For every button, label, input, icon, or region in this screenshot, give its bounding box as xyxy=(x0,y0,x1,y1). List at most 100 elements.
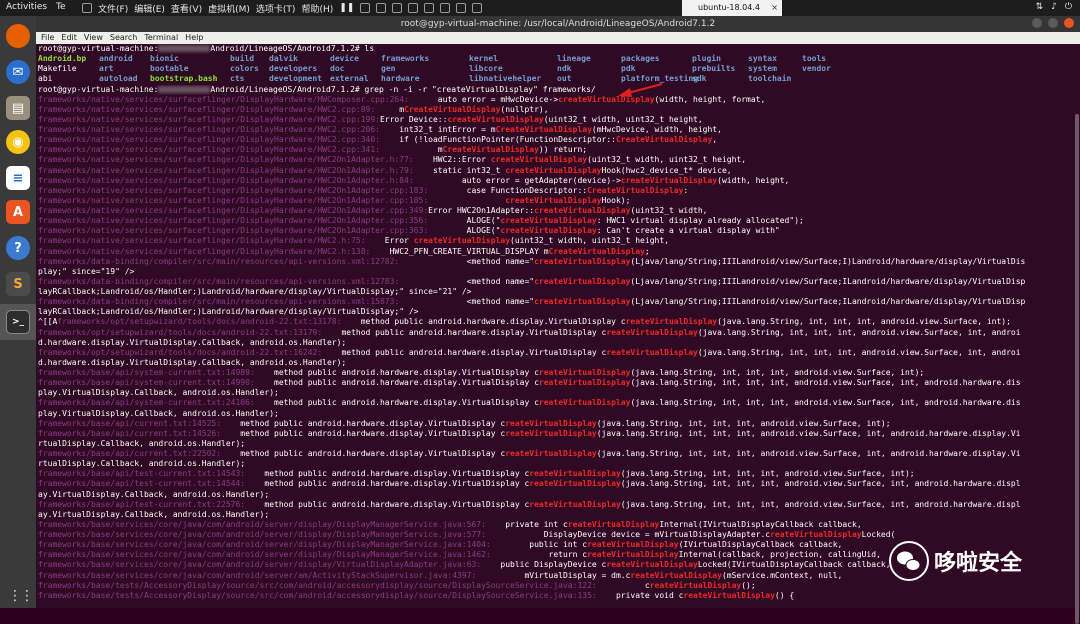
ls-output: Android.bp android bionic build dalvik device… xyxy=(38,54,1070,84)
match-text: (width, height, format, xyxy=(654,94,766,104)
grep-result-line: frameworks/base/api/current.txt:14525: m… xyxy=(38,419,1070,429)
manage-icon[interactable] xyxy=(408,3,419,13)
sublime-icon[interactable]: S xyxy=(6,272,30,296)
match-file-path: frameworks/opt/setupwizard/tools/docs/an… xyxy=(38,347,323,357)
match-text: mVirtualDisplay = dm.c xyxy=(476,570,631,580)
maximize-button[interactable] xyxy=(1048,18,1058,28)
help-icon[interactable]: ? xyxy=(6,236,30,260)
grep-result-line: frameworks/base/api/test-current.txt:145… xyxy=(38,479,1070,489)
match-highlight: createVirtualDisplay xyxy=(505,165,602,175)
volume-icon[interactable]: ♪ xyxy=(1051,2,1057,12)
grep-result-line: frameworks/data-binding/compiler/src/mai… xyxy=(38,297,1070,307)
home-icon[interactable] xyxy=(82,3,92,13)
send-keys-icon[interactable] xyxy=(360,3,371,13)
thunderbird-icon[interactable]: ✉ xyxy=(6,60,30,84)
match-file-path: frameworks/native/services/surfaceflinge… xyxy=(38,236,366,246)
grep-result-line: frameworks/native/services/surfaceflinge… xyxy=(38,176,1070,186)
match-file-path: frameworks/base/services/core/java/com/a… xyxy=(38,570,477,580)
match-text: <method name=" xyxy=(399,276,535,286)
grep-result-line: frameworks/native/services/surfaceflinge… xyxy=(38,125,1070,135)
app-title-truncated[interactable]: Te xyxy=(56,2,66,12)
grep-result-line: d.hardware.display.VirtualDisplay.Callba… xyxy=(38,358,1070,368)
minimize-button[interactable] xyxy=(1032,18,1042,28)
writer-icon[interactable]: ≡ xyxy=(6,166,30,190)
match-text: (Ljava/lang/String;IIILandroid/view/Surf… xyxy=(630,297,1026,307)
match-text: ^[[A xyxy=(38,317,58,327)
match-text: <method name=" xyxy=(399,297,535,307)
match-text: (Ljava/lang/String;IIILandroid/view/Surf… xyxy=(630,276,1026,286)
menu-terminal[interactable]: Terminal xyxy=(144,32,178,44)
ls-entry: system xyxy=(748,64,777,74)
menu-edit[interactable]: Edit xyxy=(61,32,77,44)
match-file-path: frameworks/native/services/surfaceflinge… xyxy=(38,216,429,226)
launcher-dock: ✉ ▤ ◉ ≡ A ? S >_ ⋮⋮⋮ xyxy=(0,16,46,608)
grep-result-line: frameworks/native/services/surfaceflinge… xyxy=(38,247,1070,257)
snapshot-icon[interactable] xyxy=(376,3,387,13)
ls-entry: packages xyxy=(621,54,660,64)
match-highlight: createVirtualDisplay xyxy=(534,276,631,286)
ls-entry: android xyxy=(99,54,133,64)
window-title-bar[interactable]: root@gyp-virtual-machine: /usr/local/And… xyxy=(36,16,1080,32)
ls-entry: platform_testing xyxy=(621,74,699,84)
menu-view[interactable]: View xyxy=(84,32,103,44)
match-highlight: createVirtualDisplay xyxy=(534,256,631,266)
grep-result-line: play;" since="19" /> xyxy=(38,267,1070,277)
files-icon[interactable]: ▤ xyxy=(6,96,30,120)
terminal-output[interactable]: root@gyp-virtual-machine: Android/Lineage… xyxy=(36,44,1072,608)
console-icon[interactable] xyxy=(456,3,467,13)
menu-help[interactable]: Help xyxy=(185,32,203,44)
activities-button[interactable]: Activities xyxy=(6,2,47,12)
vm-tab[interactable]: ubuntu-18.04.4 × xyxy=(682,0,782,16)
menu-file[interactable]: File xyxy=(41,32,54,44)
menu-search[interactable]: Search xyxy=(110,32,137,44)
network-icon[interactable]: ⇅ xyxy=(1036,2,1044,12)
menu-view[interactable]: 查看(V) xyxy=(171,2,202,15)
firefox-icon[interactable] xyxy=(6,24,30,48)
match-text: <method name=" xyxy=(399,256,535,266)
close-icon[interactable]: × xyxy=(771,0,778,16)
match-highlight: createVirtualDisplay xyxy=(505,195,602,205)
match-highlight: createVirtualDisplay xyxy=(447,114,544,124)
match-highlight: reateVirtualDisplay xyxy=(587,550,679,560)
fullscreen-icon[interactable] xyxy=(424,3,435,13)
software-icon[interactable]: A xyxy=(6,200,30,224)
match-file-path: frameworks/base/services/core/java/com/a… xyxy=(38,530,486,539)
menu-edit[interactable]: 编辑(E) xyxy=(134,2,165,15)
match-file-path: frameworks/native/services/surfaceflinge… xyxy=(38,145,380,155)
match-text: (mHwcDevice, width, height, xyxy=(591,125,722,134)
match-text: Error xyxy=(365,236,414,246)
grep-result-line: frameworks/native/services/surfaceflinge… xyxy=(38,155,1070,165)
grep-result-line: frameworks/data-binding/compiler/src/mai… xyxy=(38,257,1070,267)
grep-result-line: rtualDisplay.Callback, android.os.Handle… xyxy=(38,439,1070,449)
match-file-path: frameworks/base/services/core/java/com/a… xyxy=(38,519,486,529)
match-text: public DisplayDevice c xyxy=(481,560,607,570)
match-file-path: frameworks/native/services/surfaceflinge… xyxy=(38,104,376,114)
menu-help[interactable]: 帮助(H) xyxy=(301,2,333,15)
prompt-user: root@gyp-virtual-machine: xyxy=(38,84,159,94)
view-icon[interactable] xyxy=(472,3,483,13)
unity-icon[interactable] xyxy=(440,3,451,13)
match-text: (java.lang.String, int, int, int, androi… xyxy=(630,368,925,377)
match-file-path: frameworks/opt/setupwizard/tools/docs/an… xyxy=(38,327,323,337)
scrollbar[interactable] xyxy=(1072,44,1080,624)
menu-file[interactable]: 文件(F) xyxy=(98,2,128,15)
pause-icon[interactable]: ❚❚ xyxy=(339,3,354,13)
match-highlight: reateVirtualDisplay xyxy=(538,378,631,388)
match-file-path: frameworks/base/tests/AccessoryDisplay/s… xyxy=(38,590,597,600)
menu-vm[interactable]: 虚拟机(M) xyxy=(208,2,250,15)
match-text: d.hardware.display.VirtualDisplay.Callba… xyxy=(38,357,347,367)
match-file-path: frameworks/base/api/test-current.txt:145… xyxy=(38,469,246,479)
ls-entry: plugin xyxy=(692,54,721,64)
prompt-line: root@gyp-virtual-machine: Android/Lineage… xyxy=(38,44,1070,54)
close-button[interactable] xyxy=(1064,18,1074,28)
prompt-user: root@gyp-virtual-machine: xyxy=(38,44,159,53)
rhythmbox-icon[interactable]: ◉ xyxy=(6,130,30,154)
menu-tabs[interactable]: 选项卡(T) xyxy=(256,2,296,15)
scrollbar-thumb[interactable] xyxy=(1075,114,1079,624)
ls-entry: bootstrap.bash xyxy=(150,74,218,84)
terminal-icon[interactable]: >_ xyxy=(6,310,30,334)
match-text: (width, height, xyxy=(717,175,790,185)
revert-icon[interactable] xyxy=(392,3,403,13)
power-icon[interactable]: ⏻ xyxy=(1065,2,1072,12)
match-file-path: frameworks/native/services/surfaceflinge… xyxy=(38,114,380,124)
